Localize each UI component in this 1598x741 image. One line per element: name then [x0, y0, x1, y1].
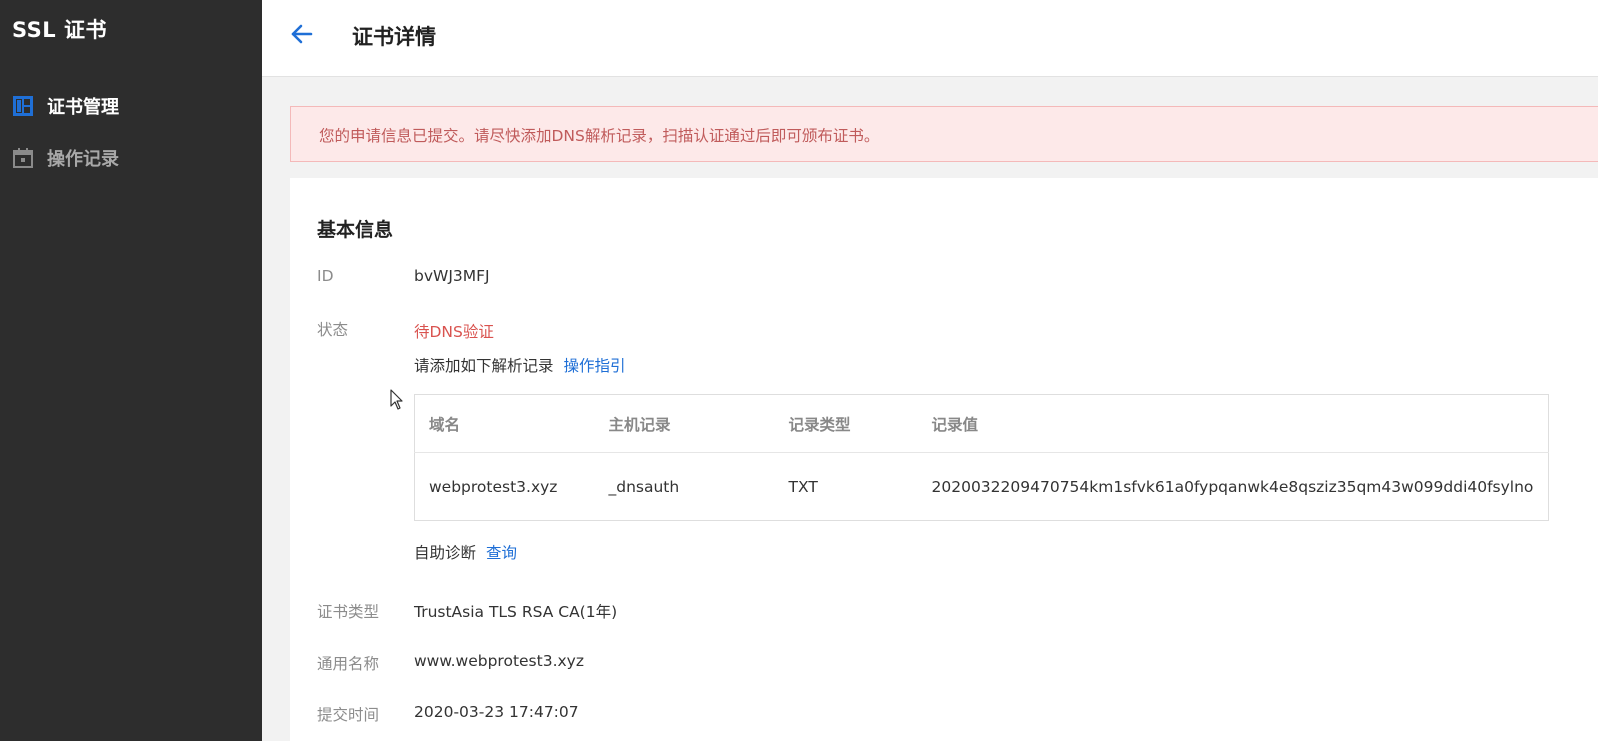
dns-instruction-row: 请添加如下解析记录 操作指引 — [414, 354, 626, 376]
back-button[interactable] — [288, 22, 316, 50]
sidebar: SSL 证书 证书管理 操作记录 — [0, 0, 262, 741]
arrow-left-icon — [290, 22, 314, 50]
id-value: bvWJ3MFJ — [414, 267, 490, 285]
table-row: webprotest3.xyz _dnsauth TXT 20200322094… — [415, 453, 1549, 521]
dns-instruction-text: 请添加如下解析记录 — [414, 357, 554, 375]
domain-cell: webprotest3.xyz — [429, 477, 558, 496]
alert-text: 您的申请信息已提交。请尽快添加DNS解析记录，扫描认证通过后即可颁布证书。 — [319, 127, 880, 145]
table-header-row: 域名 主机记录 记录类型 记录值 — [414, 394, 1549, 453]
host-record-cell: _dnsauth — [608, 477, 680, 496]
cert-type-value: TrustAsia TLS RSA CA(1年) — [414, 603, 618, 621]
common-name-label: 通用名称 — [317, 655, 380, 673]
column-header: 域名 — [414, 394, 595, 453]
page-header: 证书详情 — [262, 0, 1598, 77]
mouse-cursor-icon — [390, 389, 404, 411]
info-alert: 您的申请信息已提交。请尽快添加DNS解析记录，扫描认证通过后即可颁布证书。 — [290, 106, 1598, 162]
record-value-cell: 2020032209470754km1sfvk61a0fypqanwk4e8qs… — [931, 477, 1534, 496]
sidebar-item-operation-log[interactable]: 操作记录 — [12, 143, 119, 173]
dns-guide-link[interactable]: 操作指引 — [564, 357, 626, 375]
column-header: 主机记录 — [594, 394, 775, 453]
self-diagnosis-row: 自助诊断 查询 — [414, 541, 517, 563]
basic-info-card: 基本信息 ID bvWJ3MFJ 状态 待DNS验证 请添加如下解析记录 操作指引… — [290, 178, 1598, 741]
sidebar-item-label: 操作记录 — [47, 149, 119, 170]
sidebar-item-label: 证书管理 — [47, 97, 119, 118]
calendar-icon — [12, 147, 34, 169]
id-label: ID — [317, 267, 334, 285]
common-name-value: www.webprotest3.xyz — [414, 652, 584, 670]
certificate-icon — [12, 95, 34, 117]
sidebar-item-certificate-management[interactable]: 证书管理 — [12, 91, 119, 121]
brand-title: SSL 证书 — [12, 18, 107, 42]
submit-time-label: 提交时间 — [317, 706, 380, 724]
column-header: 记录值 — [917, 394, 1549, 453]
status-label: 状态 — [317, 321, 349, 339]
cert-type-label: 证书类型 — [317, 603, 380, 621]
query-link[interactable]: 查询 — [486, 544, 517, 562]
column-header: 记录类型 — [774, 394, 918, 453]
status-value: 待DNS验证 — [414, 323, 494, 341]
submit-time-value: 2020-03-23 17:47:07 — [414, 703, 579, 721]
page-title: 证书详情 — [352, 25, 436, 49]
dns-record-table: 域名 主机记录 记录类型 记录值 webprotest3.xyz _dnsaut… — [414, 394, 1549, 521]
record-type-cell: TXT — [788, 477, 818, 496]
section-title: 基本信息 — [317, 219, 394, 241]
self-diagnosis-text: 自助诊断 — [414, 544, 477, 562]
